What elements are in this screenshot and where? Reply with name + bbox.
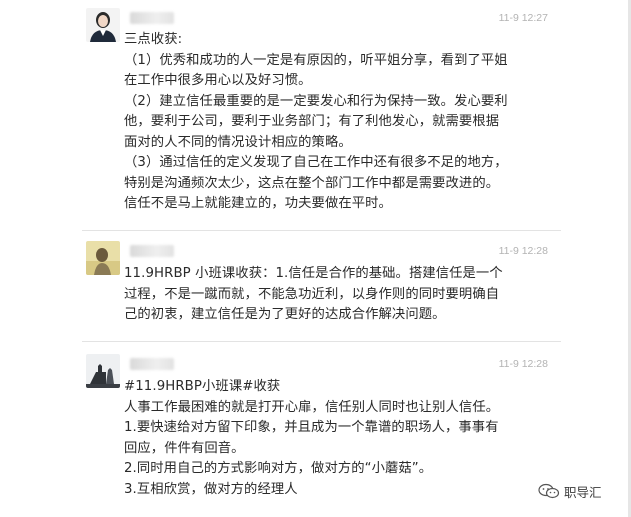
comment-line: 己的初衷，建立信任是为了更好的达成合作解决问题。 (124, 307, 446, 322)
comment-line: 过程，不是一蹴而就，不能急功近利，以身作则的同时要明确自 (124, 286, 500, 302)
comment-line: 2.同时用自己的方式影响对方，做对方的“小蘑菇”。 (124, 461, 433, 476)
comment-line: 信任不是马上就能建立的，功夫要做在平时。 (124, 196, 392, 211)
comment-line: （1）优秀和成功的人一定是有原因的，听平姐分享，看到了平姐 (124, 52, 508, 68)
comment-line: 特别是沟通频次太少，这点在整个部门工作中都是需要改进的。 (124, 175, 500, 191)
watermark: 职导汇 (538, 480, 624, 502)
comment-line: 11.9HRBP 小班课收获：1.信任是合作的基础。搭建信任是一个 (124, 266, 503, 281)
comment-text: #11.9HRBP小班课#收获 人事工作最困难的就是打开心扉，信任别人同时也让别… (124, 377, 564, 500)
user-name-blurred (130, 12, 174, 24)
comment-item: 11-9 12:28 #11.9HRBP小班课#收获 人事工作最困难的就是打开心… (0, 342, 628, 517)
timestamp: 11-9 12:28 (498, 245, 548, 257)
comment-text: 三点收获: （1）优秀和成功的人一定是有原因的，听平姐分享，看到了平姐 在工作中… (124, 30, 564, 215)
comment-line: 三点收获: (124, 32, 183, 47)
watermark-label: 职导汇 (564, 484, 602, 500)
comment-item: 11-9 12:27 三点收获: （1）优秀和成功的人一定是有原因的，听平姐分享… (0, 0, 628, 230)
comment-line: #11.9HRBP小班课#收获 (124, 379, 281, 394)
avatar[interactable] (86, 354, 120, 388)
comment-line: 1.要快速给对方留下印象，并且成为一个靠谱的职场人，事事有 (124, 420, 499, 435)
comment-line: 3.互相欣赏，做对方的经理人 (124, 481, 298, 497)
user-name-blurred (130, 358, 174, 370)
comment-line: （3）通过信任的定义发现了自己在工作中还有很多不足的地方， (124, 155, 508, 170)
comment-line: 他，要利于公司，要利于业务部门；有了利他发心，就需要根据 (124, 114, 500, 129)
comment-line: 在工作中很多用心以及好习惯。 (124, 73, 312, 88)
comment-line: 人事工作最困难的就是打开心扉，信任别人同时也让别人信任。 (124, 399, 500, 415)
comment-line: （2）建立信任最重要的是一定要发心和行为保持一致。发心要利 (124, 93, 508, 109)
user-name-blurred (130, 245, 174, 257)
comment-line: 面对的人不同的情况设计相应的策略。 (124, 134, 352, 150)
comment-item: 11-9 12:28 11.9HRBP 小班课收获：1.信任是合作的基础。搭建信… (0, 231, 628, 341)
comment-text: 11.9HRBP 小班课收获：1.信任是合作的基础。搭建信任是一个 过程，不是一… (124, 264, 564, 326)
avatar[interactable] (86, 241, 120, 275)
timestamp: 11-9 12:28 (498, 358, 548, 370)
avatar[interactable] (86, 8, 120, 42)
timestamp: 11-9 12:27 (498, 12, 548, 24)
comment-line: 回应，件件有回音。 (124, 440, 245, 456)
wechat-icon (538, 483, 560, 499)
